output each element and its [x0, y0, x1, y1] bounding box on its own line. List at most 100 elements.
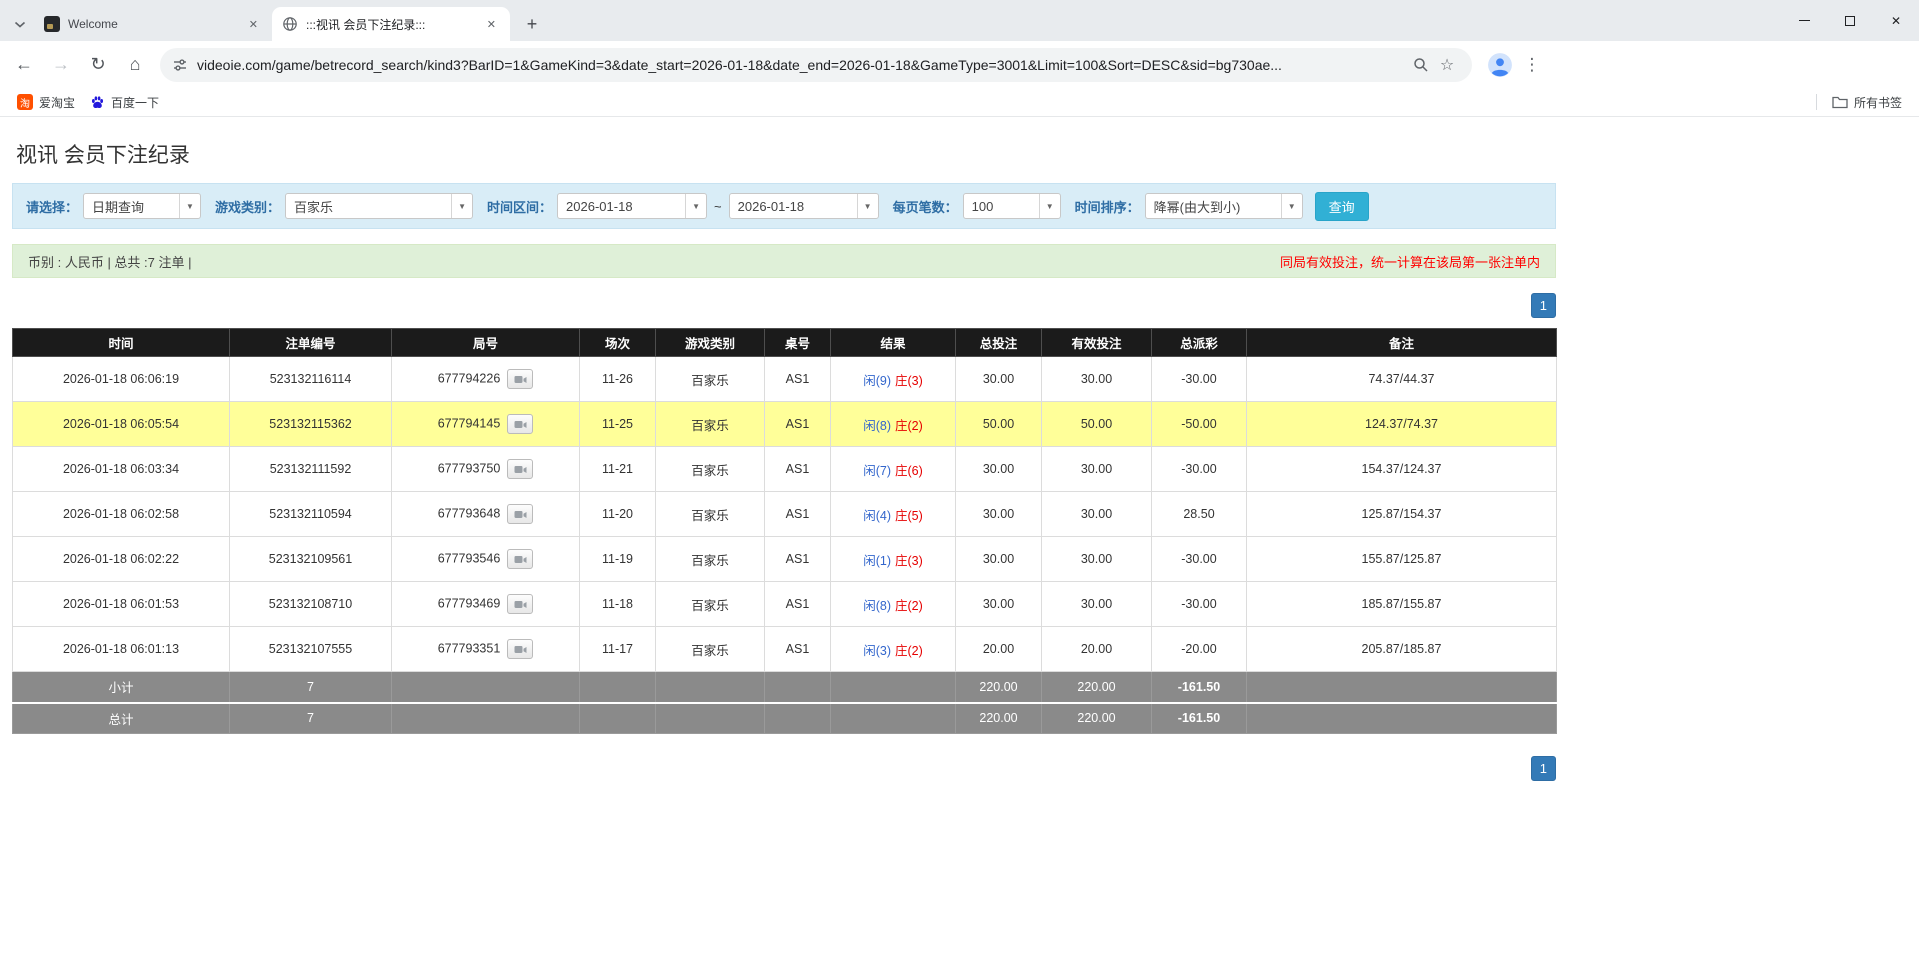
profile-avatar[interactable]	[1485, 50, 1515, 80]
round-number-text: 677794226	[438, 371, 501, 385]
game-type-select[interactable]: 百家乐 ▼	[285, 193, 473, 219]
round-video-button[interactable]	[507, 414, 533, 434]
cell-table-number: AS1	[765, 492, 831, 537]
query-type-select[interactable]: 日期查询 ▼	[83, 193, 201, 219]
round-number-text: 677793469	[438, 596, 501, 610]
tab-close-icon[interactable]: ✕	[483, 16, 500, 33]
summary-bar: 币别 : 人民币 | 总共 :7 注单 | 同局有效投注，统一计算在该局第一张注…	[12, 244, 1556, 278]
cell-session: 11-25	[580, 402, 656, 447]
column-header: 有效投注	[1042, 329, 1152, 357]
cell-session: 11-18	[580, 582, 656, 627]
cell-result: 闲(8)庄(2)	[831, 402, 956, 447]
home-button[interactable]: ⌂	[118, 48, 152, 82]
cell-round-number: 677793546	[392, 537, 580, 582]
date-start-select[interactable]: 2026-01-18 ▼	[557, 193, 707, 219]
result-banker: 庄(3)	[895, 374, 923, 388]
cell-total-bet[interactable]: 50.00	[956, 402, 1042, 447]
close-button[interactable]: ✕	[1873, 0, 1919, 41]
tab-betrecord[interactable]: :::视讯 会员下注纪录::: ✕	[272, 7, 510, 41]
cell-bet-number: 523132108710	[230, 582, 392, 627]
cell-result: 闲(4)庄(5)	[831, 492, 956, 537]
page-content: 视讯 会员下注纪录 请选择： 日期查询 ▼ 游戏类别： 百家乐 ▼ 时间区间： …	[12, 117, 1556, 781]
tab-title: Welcome	[68, 17, 237, 31]
cell-table-number: AS1	[765, 447, 831, 492]
cell-round-number: 677793648	[392, 492, 580, 537]
zoom-icon[interactable]	[1408, 52, 1434, 78]
refresh-button[interactable]: ↻	[81, 48, 115, 82]
url-text[interactable]: videoie.com/game/betrecord_search/kind3?…	[197, 57, 1408, 73]
cell-game-type: 百家乐	[656, 402, 765, 447]
cell-table-number: AS1	[765, 582, 831, 627]
table-header-row: 时间注单编号局号场次游戏类别桌号结果总投注有效投注总派彩备注	[13, 329, 1557, 357]
cell-remark: 205.87/185.87	[1247, 627, 1557, 672]
filter-label-pagesize: 每页笔数：	[893, 197, 958, 216]
cell-remark: 155.87/125.87	[1247, 537, 1557, 582]
cell-session: 11-20	[580, 492, 656, 537]
footer-empty-cell	[392, 703, 580, 734]
bookmark-baidu[interactable]: 百度一下	[82, 91, 166, 113]
footer-cell: 7	[230, 672, 392, 703]
column-header: 游戏类别	[656, 329, 765, 357]
bookmark-star-icon[interactable]: ☆	[1434, 52, 1460, 78]
bet-record-row: 2026-01-18 06:05:54 523132115362 6777941…	[13, 402, 1557, 447]
round-video-button[interactable]	[507, 639, 533, 659]
cell-valid-bet: 30.00	[1042, 582, 1152, 627]
menu-kebab-icon[interactable]: ⋮	[1519, 48, 1545, 82]
maximize-button[interactable]	[1827, 0, 1873, 41]
round-number-text: 677793648	[438, 506, 501, 520]
address-bar[interactable]: videoie.com/game/betrecord_search/kind3?…	[160, 48, 1472, 82]
cell-payout: 28.50	[1152, 492, 1247, 537]
cell-total-bet[interactable]: 30.00	[956, 492, 1042, 537]
time-sort-select[interactable]: 降幂(由大到小) ▼	[1145, 193, 1303, 219]
result-player: 闲(9)	[863, 374, 891, 388]
notice-text: 同局有效投注，统一计算在该局第一张注单内	[1280, 252, 1540, 271]
column-header: 总派彩	[1152, 329, 1247, 357]
date-end-select[interactable]: 2026-01-18 ▼	[729, 193, 879, 219]
tab-search-button[interactable]	[6, 7, 34, 41]
site-info-icon[interactable]	[172, 57, 188, 73]
tab-strip: Welcome ✕ :::视讯 会员下注纪录::: ✕ + ✕	[0, 0, 1919, 41]
round-video-button[interactable]	[507, 549, 533, 569]
result-banker: 庄(3)	[895, 554, 923, 568]
result-banker: 庄(2)	[895, 644, 923, 658]
bookmark-taobao[interactable]: 淘 爱淘宝	[10, 91, 82, 113]
cell-total-bet[interactable]: 20.00	[956, 627, 1042, 672]
cell-payout: -20.00	[1152, 627, 1247, 672]
new-tab-button[interactable]: +	[518, 10, 546, 38]
filter-label-choose: 请选择：	[26, 197, 78, 216]
page-1-button[interactable]: 1	[1531, 756, 1556, 781]
round-number-text: 677793351	[438, 641, 501, 655]
cell-total-bet[interactable]: 30.00	[956, 537, 1042, 582]
video-camera-icon	[514, 644, 527, 655]
select-arrow-icon: ▼	[179, 194, 200, 218]
round-video-button[interactable]	[507, 594, 533, 614]
cell-total-bet[interactable]: 30.00	[956, 447, 1042, 492]
result-player: 闲(4)	[863, 509, 891, 523]
forward-button[interactable]: →	[44, 48, 78, 82]
minimize-button[interactable]	[1781, 0, 1827, 41]
cell-time: 2026-01-18 06:01:13	[13, 627, 230, 672]
query-button[interactable]: 查询	[1315, 192, 1369, 221]
page-size-select[interactable]: 100 ▼	[963, 193, 1061, 219]
cell-time: 2026-01-18 06:01:53	[13, 582, 230, 627]
cell-total-bet[interactable]: 30.00	[956, 582, 1042, 627]
cell-round-number: 677793351	[392, 627, 580, 672]
round-video-button[interactable]	[507, 504, 533, 524]
cell-result: 闲(3)庄(2)	[831, 627, 956, 672]
tab-close-icon[interactable]: ✕	[245, 16, 262, 33]
cell-session: 11-17	[580, 627, 656, 672]
page-1-button[interactable]: 1	[1531, 293, 1556, 318]
cell-round-number: 677794145	[392, 402, 580, 447]
back-button[interactable]: ←	[7, 48, 41, 82]
round-video-button[interactable]	[507, 369, 533, 389]
bookmarks-divider	[1816, 94, 1817, 110]
tab-welcome[interactable]: Welcome ✕	[34, 7, 272, 41]
cell-total-bet[interactable]: 30.00	[956, 357, 1042, 402]
bookmark-label: 百度一下	[111, 94, 159, 111]
all-bookmarks-button[interactable]: 所有书签	[1825, 91, 1909, 113]
cell-valid-bet: 30.00	[1042, 537, 1152, 582]
cell-round-number: 677794226	[392, 357, 580, 402]
round-video-button[interactable]	[507, 459, 533, 479]
column-header: 桌号	[765, 329, 831, 357]
cell-bet-number: 523132109561	[230, 537, 392, 582]
